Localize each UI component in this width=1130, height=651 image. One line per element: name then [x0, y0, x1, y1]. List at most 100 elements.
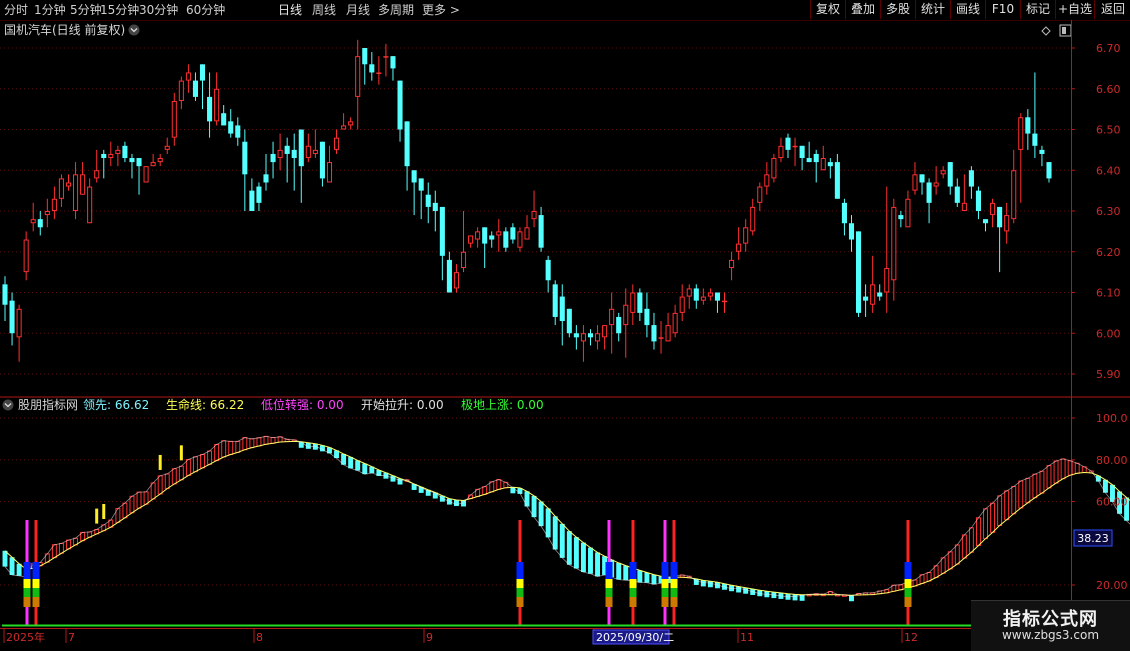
candle-body: [573, 333, 579, 338]
candle-body: [799, 145, 805, 159]
toolbar-button-1[interactable]: 叠加: [845, 0, 880, 19]
period-tab-9[interactable]: 多周期: [378, 1, 414, 19]
toolbar-button-4[interactable]: 画线: [950, 0, 985, 19]
candle-body: [460, 251, 467, 269]
period-tab-4[interactable]: 30分钟: [139, 1, 178, 19]
signal-line: [663, 520, 667, 562]
candle-body: [990, 202, 996, 216]
candle-body: [721, 300, 728, 303]
candle-body: [9, 300, 15, 334]
indicator-tick-label: 20.00: [1096, 579, 1128, 592]
indicator-legend: 领先: 66.62 生命线: 66.22 低位转强: 0.00 开始拉升: 0.00 极…: [83, 397, 544, 412]
signal-segment: [32, 562, 40, 579]
signal-segment: [516, 588, 524, 597]
current-value: 38.23: [1077, 532, 1109, 545]
indicator-bar: [545, 508, 551, 538]
period-tab-7[interactable]: 周线: [312, 1, 336, 19]
signal-stem: [34, 607, 38, 626]
candle-body: [51, 198, 57, 211]
signal-line: [518, 520, 522, 562]
candle-body: [277, 149, 283, 159]
indicator-bar: [524, 491, 530, 507]
candle-body: [376, 72, 382, 74]
panel-layout-icon-fill: [1062, 27, 1066, 34]
period-tab-1[interactable]: 1分钟: [34, 1, 66, 19]
period-tab-0[interactable]: 分时: [4, 1, 28, 19]
chart-area[interactable]: 国机汽车(日线 前复权) 6.70 6.60 6.50 6.40 6.30 6.20 6.1…: [0, 20, 1130, 650]
indicator-bar: [270, 437, 276, 444]
candle-body: [792, 145, 798, 148]
signal-segment: [670, 562, 678, 579]
indicator-bar: [792, 594, 798, 601]
time-label-5: 11: [740, 631, 754, 644]
signal-segment: [516, 562, 524, 579]
yellow-mark: [179, 445, 183, 461]
toolbar-button-2[interactable]: 多股: [880, 0, 915, 19]
candle-body: [58, 178, 64, 199]
indicator-bar: [157, 475, 163, 495]
candle-body: [362, 48, 368, 65]
indicator-bar: [595, 552, 601, 577]
period-toolbar: 分时 1分钟 5分钟 15分钟 30分钟 60分钟 日线 周线 月线 多周期 更多 > 复权 叠加 多股…: [0, 0, 1130, 21]
signal-line: [672, 520, 676, 562]
main-grid: [0, 20, 1072, 628]
signal-line: [607, 520, 611, 562]
toolbar-button-5[interactable]: F10: [985, 0, 1020, 19]
signal-segment: [605, 588, 613, 597]
toolbar-button-7[interactable]: +自选: [1055, 0, 1094, 19]
candle-body: [672, 312, 678, 334]
indicator-dropdown-icon[interactable]: [2, 399, 14, 411]
candle-body: [129, 158, 135, 163]
candle-body: [919, 174, 925, 183]
price-tick-label: 5.90: [1096, 368, 1121, 381]
candle-body: [743, 227, 749, 244]
period-tab-2[interactable]: 5分钟: [70, 1, 102, 19]
candle-body: [1025, 117, 1031, 134]
legend-item-1: 生命线: 66.22: [166, 397, 244, 412]
candle-body: [848, 223, 855, 240]
candle-body: [566, 308, 572, 334]
indicator-bar: [947, 551, 953, 570]
indicator-bar: [263, 435, 269, 445]
toolbar-button-8[interactable]: 返回: [1094, 0, 1130, 19]
period-tab-10[interactable]: 更多 >: [422, 1, 460, 19]
candle-body: [108, 153, 114, 159]
candle-body: [580, 333, 586, 342]
indicator-bar: [228, 440, 234, 456]
toolbar-button-6[interactable]: 标记: [1020, 0, 1055, 19]
signal-segment: [904, 562, 912, 579]
title-dropdown-icon[interactable]: [128, 24, 140, 36]
period-tab-3[interactable]: 15分钟: [100, 1, 139, 19]
price-tick-label: 6.50: [1096, 124, 1121, 137]
candle-body: [242, 141, 248, 175]
candle-body: [841, 202, 847, 224]
toolbar-button-3[interactable]: 统计: [915, 0, 950, 19]
candle-body: [425, 194, 431, 207]
candle-body: [587, 333, 594, 338]
yellow-mark: [102, 504, 106, 520]
period-tab-6[interactable]: 日线: [278, 1, 302, 19]
candle-body: [411, 170, 417, 183]
candle-body: [834, 162, 840, 199]
candle-body: [630, 292, 636, 313]
candle-body: [305, 145, 311, 159]
signal-segment: [670, 588, 678, 597]
indicator-bar: [1004, 490, 1010, 521]
signal-segment: [661, 588, 669, 597]
candle-body: [249, 190, 255, 211]
candle-body: [954, 186, 960, 203]
period-tab-8[interactable]: 月线: [346, 1, 370, 19]
candle-body: [764, 174, 770, 187]
candle-body: [312, 149, 318, 154]
toolbar-button-0[interactable]: 复权: [810, 0, 845, 19]
candle-body: [1004, 215, 1010, 232]
candle-body: [820, 158, 826, 171]
candle-body: [355, 56, 361, 97]
time-label-6: 12: [904, 631, 918, 644]
diamond-icon[interactable]: [1041, 26, 1051, 36]
indicator-bar: [1032, 473, 1038, 499]
signal-stem: [672, 607, 676, 626]
period-tab-5[interactable]: 60分钟: [186, 1, 225, 19]
candle-body: [813, 153, 819, 163]
indicator-bar: [214, 444, 220, 462]
